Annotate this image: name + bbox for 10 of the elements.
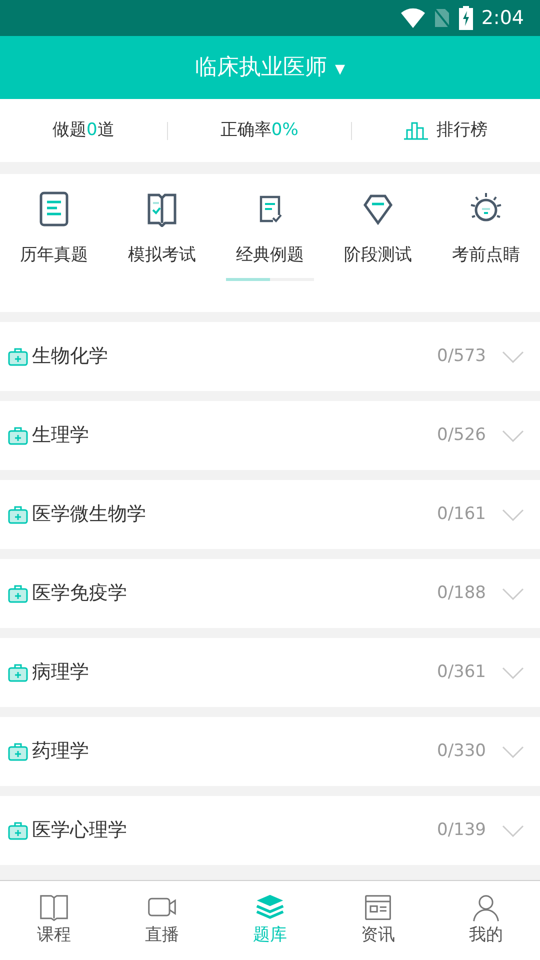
subject-name: 生理学: [32, 423, 89, 448]
status-time: 2:04: [481, 6, 524, 31]
subject-name: 医学心理学: [32, 818, 127, 844]
stat-text: 做题0道: [52, 118, 114, 142]
subject-name: 医学免疫学: [32, 581, 127, 606]
stat-text: 正确率0%: [220, 118, 298, 142]
subject-name: 药理学: [32, 739, 89, 764]
subject-name: 生物化学: [32, 344, 108, 370]
subject-name: 病理学: [32, 660, 89, 686]
subject-name: 医学微生物学: [32, 502, 146, 528]
